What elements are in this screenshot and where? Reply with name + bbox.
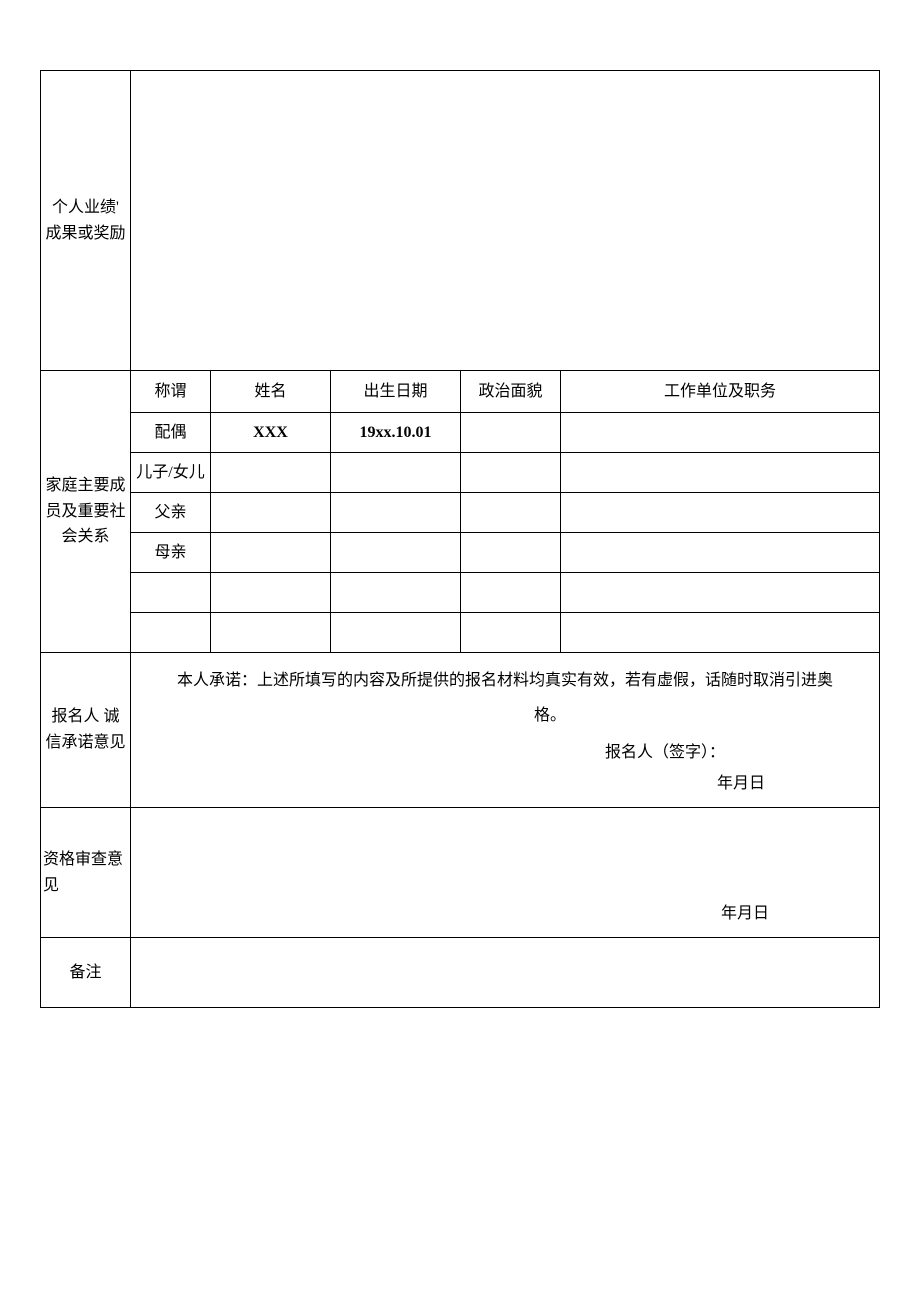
family-label-text: 家庭主要成员及重要社会关系	[45, 473, 126, 550]
cell-birth	[331, 453, 461, 493]
cell-relation: 配偶	[131, 413, 211, 453]
achievements-label: 个人业绩' 成果或奖励	[41, 71, 131, 371]
cell-relation: 儿子/女儿	[131, 453, 211, 493]
cell-political	[461, 533, 561, 573]
family-row: 儿子/女儿	[41, 453, 880, 493]
family-header-birth: 出生日期	[331, 371, 461, 413]
cell-name	[211, 613, 331, 653]
family-header-relation: 称谓	[131, 371, 211, 413]
family-label: 家庭主要成员及重要社会关系	[41, 371, 131, 653]
signature-line: 报名人（签字）：	[135, 740, 875, 766]
achievements-content	[131, 71, 880, 371]
cell-relation	[131, 613, 211, 653]
header-name-text: 姓名	[254, 383, 286, 400]
cell-work	[561, 413, 880, 453]
remark-label: 备注	[41, 938, 131, 1008]
cell-name	[211, 533, 331, 573]
cell-political	[461, 493, 561, 533]
cell-work	[561, 573, 880, 613]
cell-political	[461, 573, 561, 613]
cell-text: 父亲	[154, 504, 186, 521]
commitment-label-text: 报名人 诚信承诺意见	[45, 704, 126, 755]
cell-political	[461, 453, 561, 493]
family-row: 母亲	[41, 533, 880, 573]
review-date-text: 年月日	[721, 901, 769, 927]
header-relation-text: 称谓	[154, 383, 186, 400]
cell-relation: 父亲	[131, 493, 211, 533]
review-label: 资格审查意见	[41, 808, 131, 938]
cell-work	[561, 613, 880, 653]
cell-text: 儿子/女儿	[136, 464, 204, 481]
cell-work	[561, 453, 880, 493]
application-form-table: 个人业绩' 成果或奖励 家庭主要成员及重要社会关系 称谓 姓名 出生日期 政治面…	[40, 70, 880, 1008]
family-row	[41, 573, 880, 613]
commitment-line2: 格。	[444, 707, 566, 724]
review-content: 年月日	[131, 808, 880, 938]
header-birth-text: 出生日期	[363, 383, 427, 400]
cell-birth	[331, 533, 461, 573]
remark-label-text: 备注	[69, 960, 101, 986]
commitment-line1: 本人承诺：上述所填写的内容及所提供的报名材料均真实有效，若有虚假，话随时取消引进…	[177, 672, 833, 689]
cell-relation: 母亲	[131, 533, 211, 573]
cell-birth	[331, 493, 461, 533]
commitment-date-text: 年月日	[717, 775, 765, 792]
cell-text: 母亲	[154, 544, 186, 561]
cell-birth	[331, 613, 461, 653]
commitment-text-block: 本人承诺：上述所填写的内容及所提供的报名材料均真实有效，若有虚假，话随时取消引进…	[135, 663, 875, 733]
cell-birth: 19xx.10.01	[331, 413, 461, 453]
family-header-political: 政治面貌	[461, 371, 561, 413]
commitment-date-line: 年月日	[135, 771, 875, 797]
cell-work	[561, 533, 880, 573]
cell-name	[211, 493, 331, 533]
family-row: 父亲	[41, 493, 880, 533]
achievements-label-text: 个人业绩' 成果或奖励	[45, 195, 126, 246]
family-header-name: 姓名	[211, 371, 331, 413]
cell-name	[211, 453, 331, 493]
remark-content	[131, 938, 880, 1008]
cell-political	[461, 413, 561, 453]
signature-label: 报名人（签字）：	[605, 744, 725, 761]
commitment-label: 报名人 诚信承诺意见	[41, 653, 131, 808]
review-label-text: 资格审查意见	[43, 847, 126, 898]
family-header-work: 工作单位及职务	[561, 371, 880, 413]
cell-name	[211, 573, 331, 613]
family-row: 配偶 XXX 19xx.10.01	[41, 413, 880, 453]
cell-text: XXX	[253, 424, 288, 441]
family-row	[41, 613, 880, 653]
commitment-content: 本人承诺：上述所填写的内容及所提供的报名材料均真实有效，若有虚假，话随时取消引进…	[131, 653, 880, 808]
header-work-text: 工作单位及职务	[664, 383, 776, 400]
cell-relation	[131, 573, 211, 613]
cell-political	[461, 613, 561, 653]
cell-name: XXX	[211, 413, 331, 453]
cell-text: 配偶	[154, 424, 186, 441]
header-political-text: 政治面貌	[478, 383, 542, 400]
cell-work	[561, 493, 880, 533]
cell-text: 19xx.10.01	[360, 424, 432, 441]
cell-birth	[331, 573, 461, 613]
